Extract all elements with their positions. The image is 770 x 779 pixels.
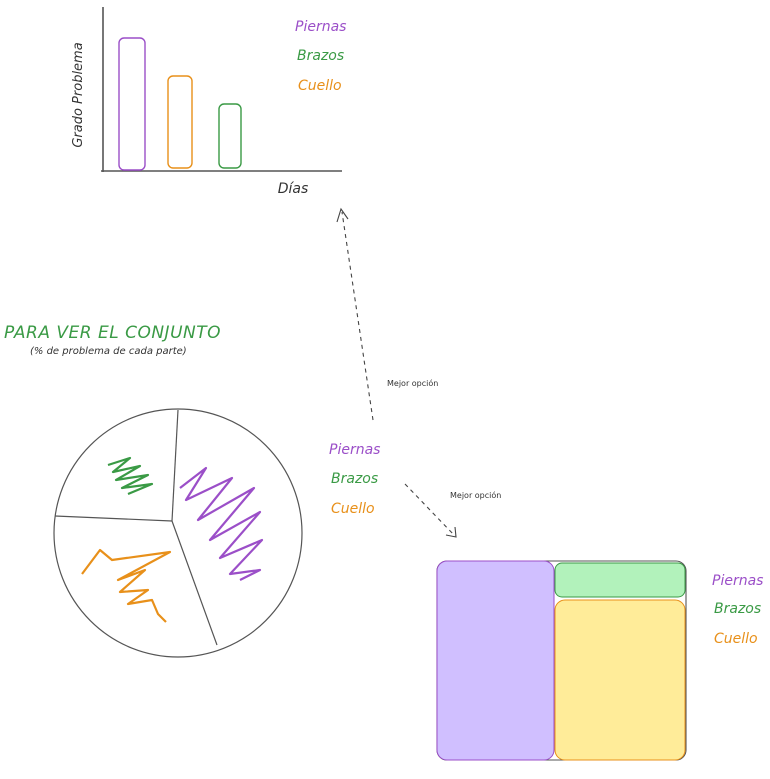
legend-piernas: Piernas	[329, 442, 380, 458]
bar-piernas	[118, 37, 146, 171]
bar-brazos	[218, 103, 242, 169]
pie-subtitle: (% de problema de cada parte)	[30, 346, 187, 357]
arrow-up-label: Mejor opción	[387, 378, 438, 388]
pie-legend: Piernas Brazos Cuello	[329, 442, 380, 517]
bar-chart-xlabel: Días	[278, 181, 309, 197]
pie-outline	[53, 408, 303, 658]
bar-chart: Grado Problema Días	[71, 7, 342, 197]
pie-slice-brazos-scribble	[107, 456, 154, 496]
arrow-up	[336, 207, 374, 421]
legend-brazos: Brazos	[714, 601, 761, 617]
legend-brazos: Brazos	[297, 48, 344, 64]
bar-cuello	[167, 75, 193, 169]
pie-slice-cuello-scribble	[81, 548, 172, 623]
arrow-down	[404, 483, 457, 538]
pie-slice-piernas-scribble	[179, 466, 264, 581]
bar-chart-legend: Piernas Brazos Cuello	[295, 19, 346, 94]
pie-divider-left	[54, 515, 173, 522]
arrow-down-label: Mejor opción	[450, 490, 501, 500]
treemap-cell-piernas	[436, 560, 555, 761]
legend-piernas: Piernas	[295, 19, 346, 35]
treemap-cell-brazos	[554, 562, 686, 598]
legend-cuello: Cuello	[714, 631, 758, 647]
legend-cuello: Cuello	[298, 78, 342, 94]
legend-cuello: Cuello	[331, 501, 375, 517]
pie-divider-top	[171, 409, 179, 522]
treemap-legend: Piernas Brazos Cuello	[712, 573, 763, 647]
legend-piernas: Piernas	[712, 573, 763, 589]
bar-chart-ylabel: Grado Problema	[71, 42, 86, 147]
pie-chart	[53, 408, 303, 658]
diagram-canvas: Grado Problema Días Piernas Brazos Cuell…	[4, 7, 763, 761]
treemap-cell-cuello	[554, 599, 686, 761]
pie-title: PARA VER EL CONJUNTO	[4, 323, 221, 343]
treemap	[436, 560, 687, 761]
legend-brazos: Brazos	[331, 471, 378, 487]
